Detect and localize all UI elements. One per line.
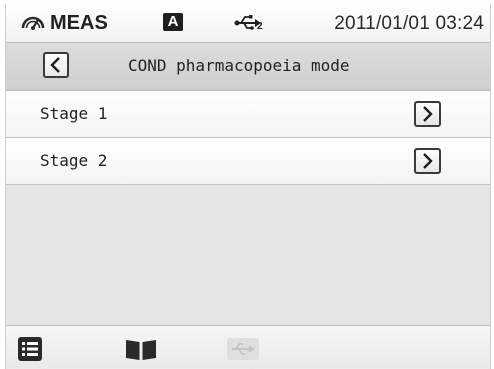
- chevron-right-icon: [423, 153, 433, 169]
- chevron-right-icon: [423, 106, 433, 122]
- meas-gauge-icon: [21, 16, 45, 30]
- list-item-label: Stage 1: [40, 104, 108, 123]
- status-bar: MEAS A 2 2011/01/01 03:24: [6, 4, 490, 43]
- device-frame: MEAS A 2 2011/01/01 03:24 COND pharmacop: [0, 0, 494, 369]
- auto-mode-badge: A: [163, 13, 183, 31]
- display-screen: MEAS A 2 2011/01/01 03:24 COND pharmacop: [5, 4, 491, 369]
- title-bar: COND pharmacopoeia mode: [6, 43, 490, 91]
- page-title: COND pharmacopoeia mode: [128, 56, 350, 75]
- open-stage-1-button[interactable]: [414, 101, 441, 127]
- list-item-label: Stage 2: [40, 151, 108, 170]
- date-time: 2011/01/01 03:24: [334, 13, 484, 34]
- bottom-toolbar: [6, 325, 490, 369]
- list-item-stage-1[interactable]: Stage 1: [6, 91, 490, 138]
- menu-list-icon[interactable]: [17, 336, 43, 362]
- usb-disabled-icon: [227, 338, 259, 360]
- stage-list: Stage 1 Stage 2: [6, 91, 490, 185]
- manual-book-icon[interactable]: [124, 336, 158, 362]
- open-stage-2-button[interactable]: [414, 148, 441, 174]
- chevron-left-icon: [50, 57, 60, 73]
- list-item-stage-2[interactable]: Stage 2: [6, 138, 490, 185]
- back-button[interactable]: [43, 52, 69, 78]
- mode-label: MEAS: [50, 12, 108, 34]
- usb-port-number: 2: [257, 21, 263, 32]
